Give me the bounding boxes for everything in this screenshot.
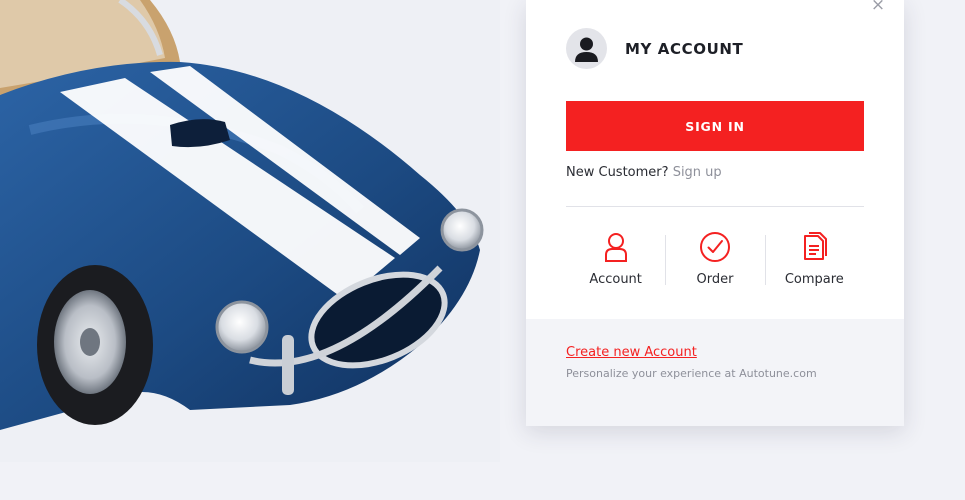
check-circle-icon <box>699 232 730 262</box>
shortcut-compare[interactable]: Compare <box>764 230 864 290</box>
new-customer-line: New Customer? Sign up <box>566 165 722 180</box>
avatar <box>566 28 607 69</box>
account-shortcuts: Account Order Compare <box>566 230 864 290</box>
shortcut-order[interactable]: Order <box>665 230 764 290</box>
user-icon <box>604 233 627 262</box>
sign-up-link[interactable]: Sign up <box>673 165 722 180</box>
panel-footer: Create new Account Personalize your expe… <box>526 319 904 426</box>
account-dropdown-panel: × MY ACCOUNT SIGN IN New Customer? Sign … <box>526 0 904 426</box>
shortcut-account-label: Account <box>589 272 642 287</box>
shortcut-order-label: Order <box>696 272 734 287</box>
hero-car-image <box>0 0 500 462</box>
panel-header: MY ACCOUNT <box>566 28 743 69</box>
shortcut-account[interactable]: Account <box>566 230 665 290</box>
compare-doc-icon <box>804 232 828 260</box>
sign-in-button[interactable]: SIGN IN <box>566 101 864 151</box>
shortcut-compare-label: Compare <box>784 272 844 287</box>
footer-tagline: Personalize your experience at Autotune.… <box>566 367 817 380</box>
user-avatar-icon <box>575 37 598 62</box>
divider <box>566 206 864 207</box>
close-icon[interactable]: × <box>870 0 886 14</box>
create-account-link[interactable]: Create new Account <box>566 345 697 360</box>
page: × MY ACCOUNT SIGN IN New Customer? Sign … <box>0 0 965 500</box>
panel-title: MY ACCOUNT <box>625 39 744 58</box>
new-customer-text: New Customer? <box>566 165 669 180</box>
